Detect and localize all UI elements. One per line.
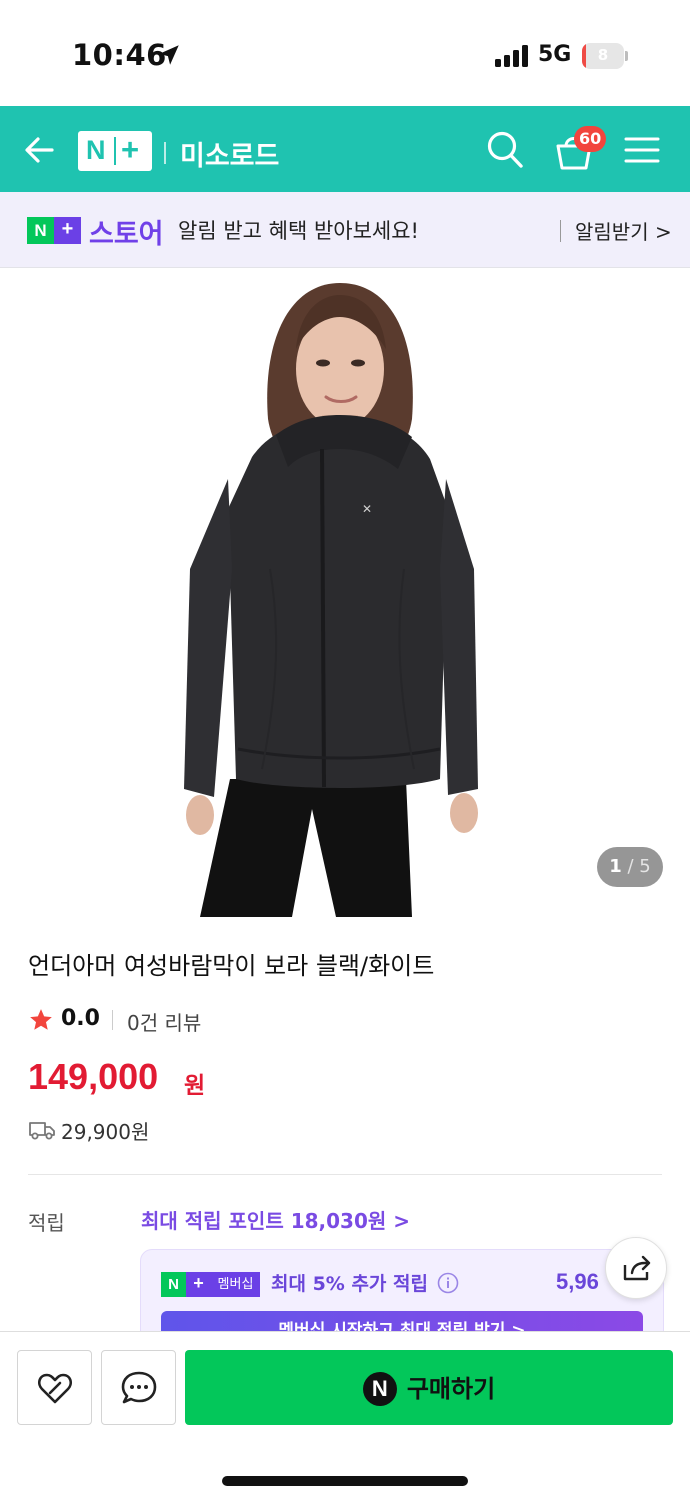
cart-count-badge: 60: [574, 126, 607, 152]
truck-icon: [29, 1122, 55, 1140]
star-icon: [30, 1009, 52, 1030]
heart-icon: [37, 1373, 73, 1404]
bottom-action-bar: N 구매하기: [0, 1331, 690, 1500]
cellular-signal-icon: [495, 45, 528, 67]
home-indicator[interactable]: [222, 1476, 468, 1486]
product-title: 언더아머 여성바람막이 보라 블랙/화이트: [28, 952, 435, 980]
subscribe-alerts-link[interactable]: 알림받기 >: [575, 216, 672, 245]
location-arrow-icon: [159, 45, 179, 65]
chat-bubble-icon: [121, 1371, 157, 1404]
notification-banner[interactable]: N + 스토어 알림 받고 혜택 받아보세요! 알림받기 >: [0, 192, 690, 268]
membership-extra-points: 최대 5% 추가 적립: [271, 1273, 428, 1295]
store-name[interactable]: 미소로드: [180, 134, 279, 173]
notice-message: 알림 받고 혜택 받아보세요!: [178, 219, 419, 243]
membership-points-amount: 5,96: [556, 1269, 599, 1294]
npay-icon: N: [362, 1371, 397, 1406]
share-icon: [623, 1255, 651, 1281]
product-photo-jacket: ✕: [184, 283, 478, 917]
price-unit: 원: [184, 1073, 206, 1099]
battery-level: 8: [597, 46, 609, 64]
buy-label: 구매하기: [406, 1374, 496, 1403]
status-time: 10:46: [72, 38, 167, 72]
hamburger-menu-icon[interactable]: [624, 136, 660, 164]
price-value: 149,000: [28, 1056, 159, 1097]
membership-badge: N + 멤버십: [161, 1272, 260, 1297]
talk-talk-button[interactable]: [101, 1350, 176, 1425]
network-type: 5G: [538, 42, 572, 67]
nplus-store-logo: N +: [27, 217, 81, 244]
product-image[interactable]: ✕: [0, 269, 690, 920]
nplus-logo[interactable]: N +: [78, 131, 152, 171]
notice-store-label: 스토어: [89, 219, 164, 250]
search-icon[interactable]: [486, 130, 524, 170]
info-icon[interactable]: [437, 1272, 459, 1294]
max-points-link[interactable]: 최대 적립 포인트 18,030원 >: [141, 1205, 410, 1234]
status-bar: 10:46 5G 8: [0, 0, 690, 106]
divider: [28, 1174, 662, 1175]
share-button[interactable]: [605, 1237, 667, 1299]
points-label: 적립: [28, 1211, 65, 1235]
review-count[interactable]: 0건 리뷰: [127, 1007, 277, 1036]
image-counter: 1 / 5: [597, 847, 663, 887]
buy-button[interactable]: N 구매하기: [185, 1350, 673, 1425]
rating-value: 0.0: [61, 1006, 100, 1031]
wishlist-button[interactable]: [17, 1350, 92, 1425]
back-arrow-icon[interactable]: [22, 132, 58, 168]
shipping-fee: 29,900원: [61, 1120, 150, 1144]
battery-icon: 8: [582, 43, 628, 69]
svg-text:✕: ✕: [362, 502, 372, 516]
